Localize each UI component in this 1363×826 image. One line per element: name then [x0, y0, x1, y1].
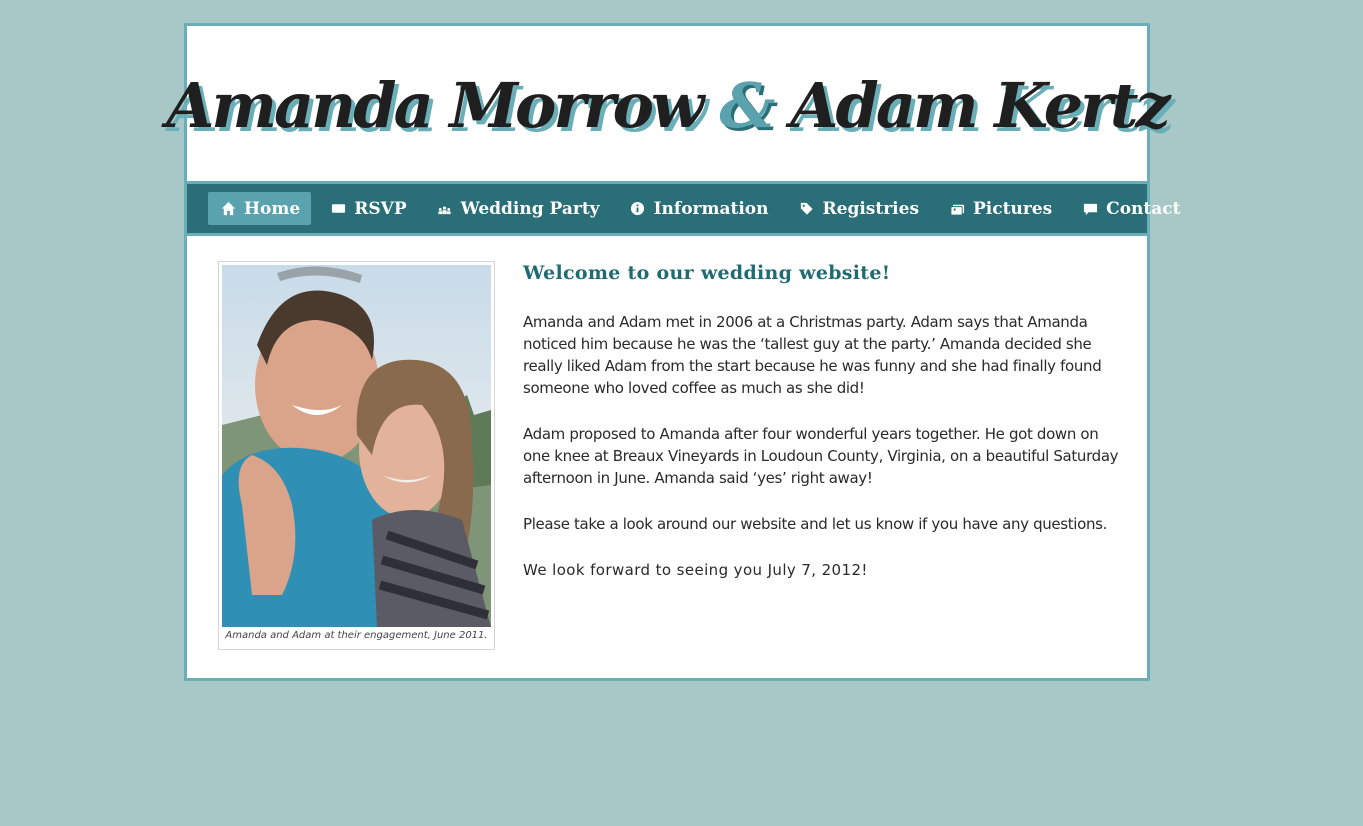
engagement-photo-illustration — [222, 265, 491, 627]
site-header: Amanda Morrow & Adam Kertz — [166, 26, 1170, 181]
photo-caption: Amanda and Adam at their engagement, Jun… — [225, 630, 488, 641]
nav-item-information[interactable]: Information — [618, 192, 780, 225]
info-icon — [630, 201, 646, 217]
speech-bubble-icon — [1082, 201, 1098, 217]
photos-icon — [949, 201, 965, 217]
nav-label: RSVP — [354, 198, 407, 219]
nav-label: Contact — [1106, 198, 1181, 219]
nav-item-home[interactable]: Home — [208, 192, 312, 225]
people-icon — [437, 201, 453, 217]
groom-name: Adam Kertz — [790, 69, 1170, 142]
site-title[interactable]: Amanda Morrow & Adam Kertz — [166, 69, 1170, 142]
nav-item-rsvp[interactable]: RSVP — [318, 192, 417, 225]
engagement-photo[interactable] — [222, 265, 491, 627]
main-content: Welcome to our wedding website! Amanda a… — [523, 259, 1123, 605]
invitation-paragraph: Please take a look around our website an… — [523, 515, 1107, 533]
home-icon — [220, 201, 236, 217]
nav-item-pictures[interactable]: Pictures — [937, 192, 1063, 225]
nav-label: Pictures — [973, 198, 1053, 219]
nav-label: Wedding Party — [460, 198, 600, 219]
closing-paragraph: We look forward to seeing you July 7, 20… — [523, 561, 868, 579]
tag-icon — [799, 201, 815, 217]
nav-label: Information — [653, 198, 769, 219]
nav-item-wedding-party[interactable]: Wedding Party — [425, 192, 611, 225]
nav-label: Registries — [822, 198, 920, 219]
engagement-photo-frame: Amanda and Adam at their engagement, Jun… — [218, 261, 495, 650]
nav-item-registries[interactable]: Registries — [787, 192, 931, 225]
nav-item-contact[interactable]: Contact — [1070, 192, 1191, 225]
proposal-paragraph: Adam proposed to Amanda after four wonde… — [523, 425, 1119, 487]
ampersand: & — [719, 69, 775, 142]
envelope-icon — [330, 201, 346, 217]
main-nav: Home RSVP Wedding Party Information Regi… — [187, 181, 1180, 236]
nav-label: Home — [244, 198, 301, 219]
bride-name: Amanda Morrow — [166, 69, 704, 142]
page-frame: Amanda Morrow & Adam Kertz Home RSVP Weddi… — [166, 23, 1180, 681]
page-heading: Welcome to our wedding website! — [523, 262, 891, 284]
intro-paragraph: Amanda and Adam met in 2006 at a Christm… — [523, 313, 1102, 397]
